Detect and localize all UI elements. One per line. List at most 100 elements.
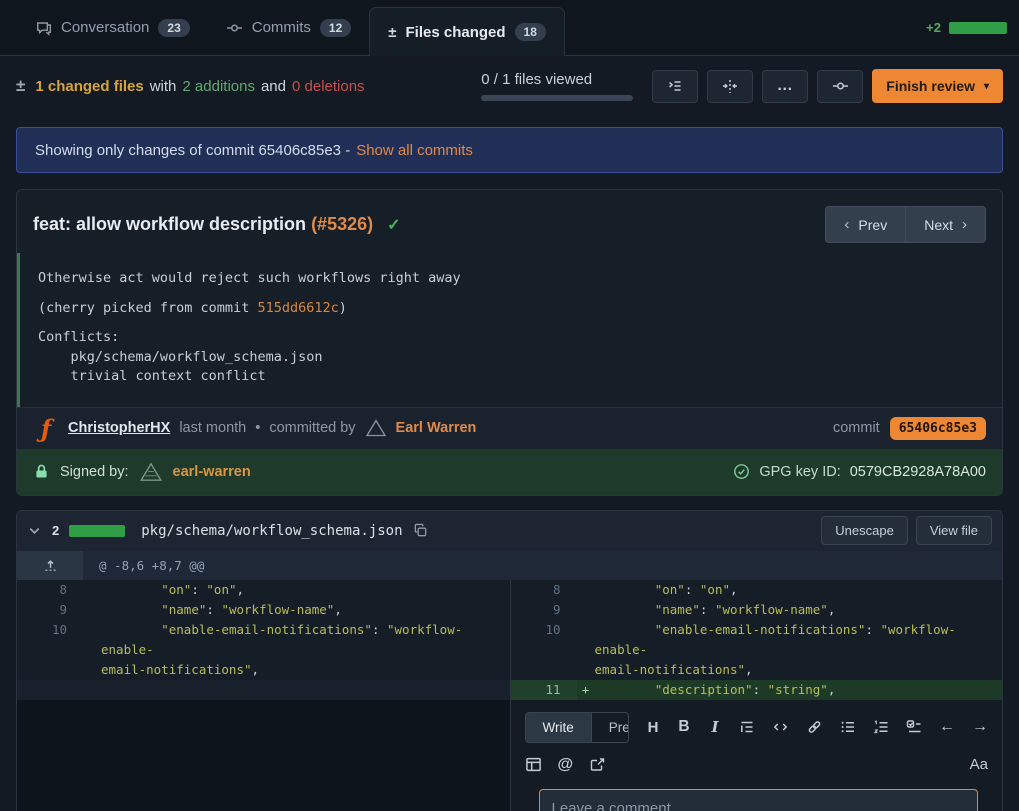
files-changed-count: 18 bbox=[515, 23, 546, 41]
code-line: "on": "on", bbox=[101, 580, 510, 600]
heading-icon[interactable]: H bbox=[646, 719, 660, 736]
new-line-number[interactable]: 8 bbox=[511, 580, 577, 600]
pr-number-link[interactable]: (#5326) bbox=[311, 214, 373, 234]
write-tab[interactable]: Write bbox=[526, 713, 592, 742]
cherry-pick-commit-link[interactable]: 515dd6612c bbox=[257, 300, 338, 316]
commits-count: 12 bbox=[320, 19, 351, 37]
signer-name-link[interactable]: earl-warren bbox=[173, 464, 251, 480]
tab-label: Files changed bbox=[406, 24, 506, 41]
conversation-count: 23 bbox=[158, 19, 189, 37]
font-toggle-icon[interactable]: Aa bbox=[970, 756, 988, 773]
split-diff-table: 8 "on": "on", 9 "name": "workflow-name",… bbox=[17, 580, 1002, 811]
committer-avatar[interactable] bbox=[365, 418, 387, 438]
conversation-icon bbox=[36, 20, 52, 36]
prev-commit-button[interactable]: ‹ Prev bbox=[825, 206, 906, 243]
old-line-number bbox=[17, 680, 83, 700]
commit-filter-banner: Showing only changes of commit 65406c85e… bbox=[16, 127, 1003, 173]
prev-label: Prev bbox=[858, 217, 887, 233]
signer-avatar[interactable] bbox=[139, 461, 163, 483]
quote-icon[interactable] bbox=[739, 719, 755, 735]
lock-icon bbox=[33, 463, 50, 480]
next-label: Next bbox=[924, 217, 953, 233]
commit-select-button[interactable] bbox=[817, 70, 863, 103]
mention-icon[interactable]: @ bbox=[558, 756, 574, 774]
reference-icon[interactable] bbox=[589, 757, 606, 773]
bullet-list-icon[interactable] bbox=[840, 719, 856, 735]
old-line-number[interactable]: 9 bbox=[17, 600, 83, 620]
plus-minus-icon: ± bbox=[16, 76, 25, 96]
commit-message-line: Otherwise act would reject such workflow… bbox=[38, 269, 984, 289]
pr-tab-bar: Conversation 23 Commits 12 ± Files chang… bbox=[0, 0, 1019, 56]
code-line: "description": "string", bbox=[595, 680, 1003, 700]
committed-by-label: committed by bbox=[269, 420, 355, 436]
diff-new-column: 8 "on": "on", 9 "name": "workflow-name",… bbox=[510, 580, 1003, 811]
finish-review-button[interactable]: Finish review ▾ bbox=[872, 69, 1003, 103]
diff-summary-row: ± 1 changed files with 2 additions and 0… bbox=[16, 56, 1003, 115]
new-line-number[interactable]: 10 bbox=[511, 620, 577, 680]
next-commit-button[interactable]: Next › bbox=[905, 206, 986, 243]
diff-file-box: 2 pkg/schema/workflow_schema.json Unesca… bbox=[16, 510, 1003, 811]
table-icon[interactable] bbox=[525, 756, 542, 773]
file-diff-stat-bar bbox=[69, 525, 125, 537]
changed-files-link[interactable]: 1 changed files bbox=[35, 78, 143, 95]
view-file-button[interactable]: View file bbox=[916, 516, 992, 545]
diff-stat-bar bbox=[949, 22, 1007, 34]
inline-comment-form: Write Preview H B I bbox=[511, 700, 1003, 811]
commit-icon bbox=[226, 20, 243, 36]
tab-files-changed[interactable]: ± Files changed 18 bbox=[369, 7, 565, 56]
dot-separator: • bbox=[255, 420, 260, 436]
chevron-right-icon: › bbox=[962, 216, 967, 233]
new-line-number[interactable]: 11 bbox=[511, 680, 577, 700]
signed-commit-row: Signed by: earl-warren GPG key ID: 0579C… bbox=[17, 449, 1002, 495]
file-name: pkg/schema/workflow_schema.json bbox=[141, 523, 402, 539]
diff-options-button[interactable]: … bbox=[762, 70, 808, 103]
old-line-number[interactable]: 8 bbox=[17, 580, 83, 600]
cherry-pick-prefix: (cherry picked from commit bbox=[38, 300, 257, 316]
italic-icon[interactable]: I bbox=[708, 718, 722, 736]
code-line: "name": "workflow-name", bbox=[101, 600, 510, 620]
code-icon[interactable] bbox=[772, 719, 789, 735]
diff-old-column: 8 "on": "on", 9 "name": "workflow-name",… bbox=[17, 580, 510, 811]
code-line: "on": "on", bbox=[595, 580, 1003, 600]
line-marker bbox=[577, 580, 595, 600]
unescape-button[interactable]: Unescape bbox=[821, 516, 908, 545]
additions-count: +2 bbox=[926, 20, 941, 35]
conflicts-block: Conflicts: pkg/schema/workflow_schema.js… bbox=[38, 328, 984, 387]
committer-name-link[interactable]: Earl Warren bbox=[396, 420, 477, 436]
editor-mode-tabs: Write Preview bbox=[525, 712, 630, 743]
commit-hash-badge[interactable]: 65406c85e3 bbox=[890, 417, 986, 440]
file-tree-toggle-button[interactable] bbox=[652, 70, 698, 103]
deletions-text: 0 deletions bbox=[292, 78, 365, 95]
file-change-count: 2 bbox=[52, 523, 59, 538]
arrow-left-icon[interactable]: ← bbox=[939, 718, 955, 736]
expand-hunk-button[interactable] bbox=[17, 551, 83, 580]
link-icon[interactable] bbox=[806, 719, 823, 735]
arrow-right-icon[interactable]: → bbox=[972, 718, 988, 736]
diff-file-header: 2 pkg/schema/workflow_schema.json Unesca… bbox=[17, 511, 1002, 551]
numbered-list-icon[interactable] bbox=[873, 719, 889, 735]
banner-text: Showing only changes of commit 65406c85e… bbox=[35, 142, 350, 159]
old-line-number[interactable]: 10 bbox=[17, 620, 83, 680]
tab-commits[interactable]: Commits 12 bbox=[208, 0, 370, 55]
collapse-file-icon[interactable] bbox=[27, 523, 42, 538]
bold-icon[interactable]: B bbox=[677, 718, 691, 736]
author-name-link[interactable]: ChristopherHX bbox=[68, 420, 170, 436]
tab-conversation[interactable]: Conversation 23 bbox=[18, 0, 208, 55]
copy-path-icon[interactable] bbox=[413, 523, 428, 538]
author-avatar[interactable]: ƒ bbox=[33, 415, 59, 441]
diff-hunk-row: @ -8,6 +8,7 @@ bbox=[17, 551, 1002, 580]
commit-title-text: feat: allow workflow description bbox=[33, 214, 306, 234]
code-line: "enable-email-notifications": "workflow-… bbox=[595, 620, 1003, 680]
gpg-key-label: GPG key ID: bbox=[759, 464, 840, 480]
preview-tab[interactable]: Preview bbox=[592, 713, 629, 742]
code-line: "name": "workflow-name", bbox=[595, 600, 1003, 620]
comment-input[interactable] bbox=[539, 789, 979, 811]
diff-row: 8 "on": "on", bbox=[17, 580, 510, 600]
diff-icon: ± bbox=[388, 24, 396, 41]
task-list-icon[interactable] bbox=[906, 719, 922, 735]
show-all-commits-link[interactable]: Show all commits bbox=[356, 142, 473, 159]
diff-view-toggle-button[interactable] bbox=[707, 70, 753, 103]
new-line-number[interactable]: 9 bbox=[511, 600, 577, 620]
commit-label: commit bbox=[833, 420, 880, 436]
line-marker bbox=[577, 620, 595, 680]
